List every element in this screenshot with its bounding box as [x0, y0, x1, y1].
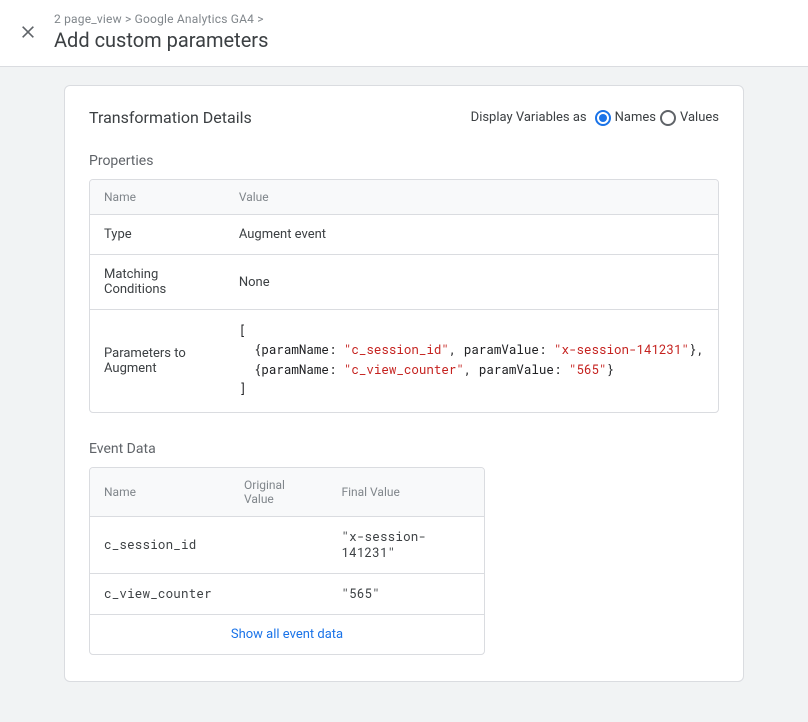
- radio-values-label: Values: [680, 110, 719, 125]
- properties-label: Properties: [89, 153, 719, 169]
- col-final: Final Value: [327, 468, 484, 517]
- col-name: Name: [90, 468, 230, 517]
- table-row: Parameters to Augment [ {paramName: "c_s…: [90, 310, 718, 412]
- event-final: "565": [327, 574, 484, 615]
- table-row: Matching Conditions None: [90, 255, 718, 310]
- display-variables-toggle: Display Variables as Names Values: [471, 110, 719, 126]
- col-original: Original Value: [230, 468, 327, 517]
- event-name: c_session_id: [90, 517, 230, 574]
- augment-code: [ {paramName: "c_session_id", paramValue…: [239, 322, 704, 400]
- event-original: [230, 574, 327, 615]
- event-data-label: Event Data: [89, 441, 719, 457]
- prop-value: Augment event: [225, 215, 718, 255]
- col-name: Name: [90, 180, 225, 215]
- event-name: c_view_counter: [90, 574, 230, 615]
- prop-value: None: [225, 255, 718, 310]
- card-title: Transformation Details: [89, 108, 252, 127]
- event-data-table: Name Original Value Final Value c_sessio…: [89, 467, 485, 655]
- radio-values[interactable]: Values: [660, 110, 719, 126]
- radio-names-label: Names: [615, 110, 656, 125]
- properties-table: Name Value Type Augment event Matching C…: [89, 179, 719, 413]
- transformation-details-card: Transformation Details Display Variables…: [64, 85, 744, 682]
- prop-name: Matching Conditions: [90, 255, 225, 310]
- radio-icon: [660, 110, 676, 126]
- table-row: c_view_counter "565": [90, 574, 484, 615]
- col-value: Value: [225, 180, 718, 215]
- table-row: Type Augment event: [90, 215, 718, 255]
- page-header: 2 page_view > Google Analytics GA4 > Add…: [0, 0, 808, 67]
- event-original: [230, 517, 327, 574]
- prop-name: Parameters to Augment: [90, 310, 225, 412]
- breadcrumb[interactable]: 2 page_view > Google Analytics GA4 >: [54, 12, 788, 26]
- radio-names[interactable]: Names: [595, 110, 656, 126]
- display-variables-label: Display Variables as: [471, 110, 587, 125]
- page-title: Add custom parameters: [54, 28, 788, 52]
- close-icon[interactable]: [20, 24, 36, 44]
- prop-name: Type: [90, 215, 225, 255]
- event-final: "x-session-141231": [327, 517, 484, 574]
- content-area: Transformation Details Display Variables…: [0, 67, 808, 722]
- table-row: c_session_id "x-session-141231": [90, 517, 484, 574]
- prop-value: [ {paramName: "c_session_id", paramValue…: [225, 310, 718, 412]
- radio-icon: [595, 110, 611, 126]
- show-all-event-data-link[interactable]: Show all event data: [231, 627, 343, 642]
- show-all-row: Show all event data: [90, 615, 484, 654]
